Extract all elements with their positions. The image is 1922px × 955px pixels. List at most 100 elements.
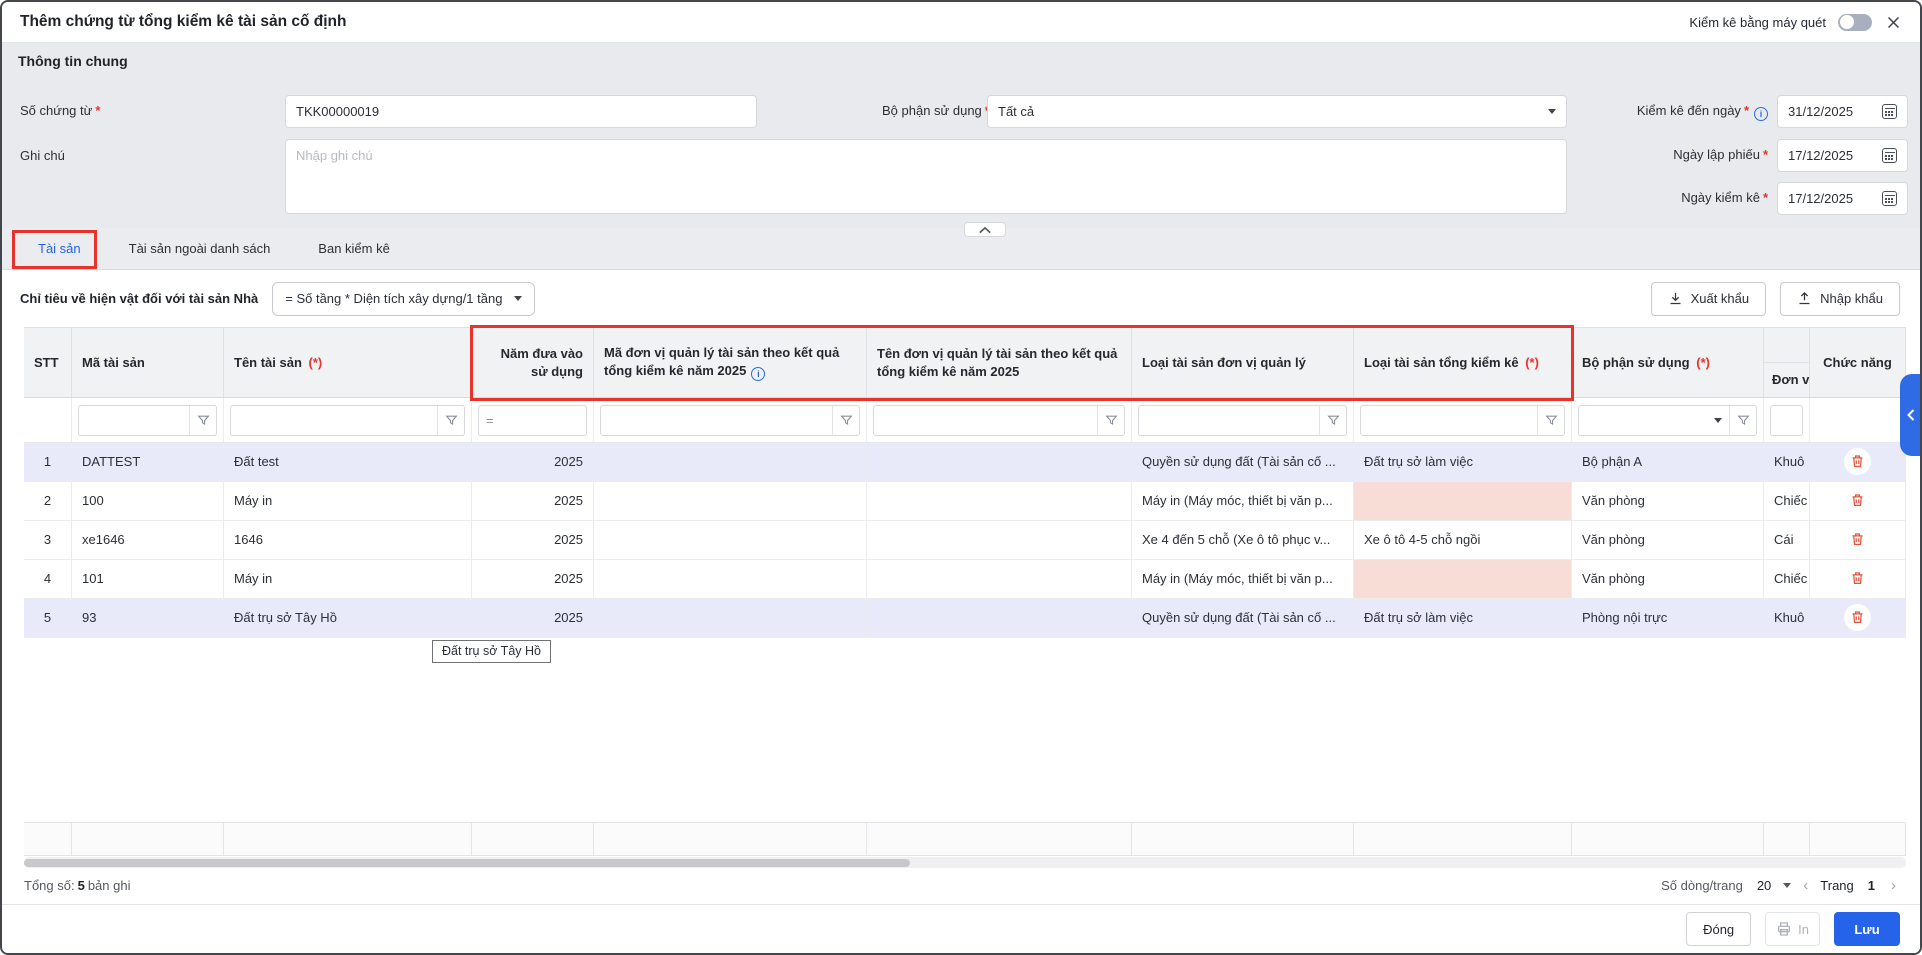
column-header-stt[interactable]: STT	[24, 328, 72, 397]
table-row[interactable]: 4101Máy in2025Máy in (Máy móc, thiết bị …	[24, 560, 1906, 599]
table-row[interactable]: 2100Máy in2025Máy in (Máy móc, thiết bị …	[24, 482, 1906, 521]
column-group-spacer	[1764, 328, 1809, 363]
column-header-bo_phan[interactable]: Bộ phận sử dụng (*)	[1572, 328, 1764, 397]
calendar-icon[interactable]	[1882, 191, 1897, 206]
filter-don_vi-input[interactable]	[1771, 413, 1802, 428]
delete-row-button[interactable]	[1844, 565, 1871, 592]
tab-tai-san-ngoai-danh-sach[interactable]: Tài sản ngoài danh sách	[129, 228, 271, 269]
table-row[interactable]: 593Đất trụ sở Tây Hồ2025Quyền sử dụng đấ…	[24, 599, 1906, 638]
total-records: Tổng số:5bản ghi	[24, 878, 130, 893]
tab-tai-san[interactable]: Tài sản	[38, 228, 81, 269]
export-button[interactable]: Xuất khẩu	[1651, 282, 1767, 316]
chevron-down-icon[interactable]	[1714, 418, 1722, 423]
close-icon[interactable]	[1884, 13, 1902, 31]
delete-row-button[interactable]	[1844, 448, 1871, 475]
table-row[interactable]: 1DATTESTĐất test2025Quyền sử dụng đất (T…	[24, 443, 1906, 482]
table-summary-row	[24, 822, 1906, 856]
filter-funnel-icon[interactable]	[1319, 406, 1346, 435]
ngay-lap-phieu-field[interactable]: 17/12/2025	[1777, 139, 1908, 172]
horizontal-scrollbar[interactable]	[24, 857, 1906, 868]
ngay-kiem-ke-field[interactable]: 17/12/2025	[1777, 182, 1908, 215]
filter-ten_dv-input[interactable]	[874, 413, 1097, 428]
table-row[interactable]: 3xe164616462025Xe 4 đến 5 chỗ (Xe ô tô p…	[24, 521, 1906, 560]
scan-toggle[interactable]	[1838, 14, 1872, 31]
calendar-icon[interactable]	[1882, 148, 1897, 163]
column-label: Tên đơn vị quản lý tài sản theo kết quả …	[877, 346, 1117, 379]
kiem-ke-den-ngay-field[interactable]: 31/12/2025	[1777, 95, 1908, 128]
filter-cell-loai_dvql	[1132, 398, 1354, 442]
delete-row-button[interactable]	[1844, 487, 1871, 514]
collapse-section-button[interactable]	[964, 222, 1006, 237]
column-header-chuc_nang[interactable]: Chức năng	[1810, 328, 1906, 397]
scrollbar-thumb[interactable]	[24, 859, 910, 867]
cell-loai_tkk: Xe ô tô 4-5 chỗ ngồi	[1354, 521, 1572, 560]
print-button[interactable]: In	[1765, 912, 1820, 946]
column-header-loai_dvql[interactable]: Loại tài sản đơn vị quản lý	[1132, 328, 1354, 397]
cell-ma: DATTEST	[72, 443, 224, 482]
filter-loai_dvql-input[interactable]	[1139, 413, 1319, 428]
prev-page-icon[interactable]: ‹	[1801, 877, 1810, 894]
cell-chuc_nang	[1810, 443, 1906, 482]
tab-ban-kiem-ke[interactable]: Ban kiểm kê	[318, 228, 390, 269]
ngay-lap-phieu-label: Ngày lập phiếu*	[1572, 147, 1768, 162]
next-page-icon[interactable]: ›	[1889, 877, 1898, 894]
column-header-nam[interactable]: Năm đưa vào sử dụng	[472, 328, 594, 397]
filter-nam-input[interactable]	[494, 413, 586, 428]
bo-phan-su-dung-select[interactable]: Tất cả	[987, 95, 1567, 128]
filter-funnel-icon[interactable]	[1729, 406, 1756, 435]
filter-box-loai_dvql	[1138, 405, 1347, 436]
cell-chuc_nang	[1810, 482, 1906, 521]
so-chung-tu-input[interactable]	[296, 104, 746, 119]
filter-funnel-icon[interactable]	[189, 406, 216, 435]
page-size-caret-icon[interactable]	[1783, 883, 1791, 888]
summary-cell	[24, 823, 72, 855]
column-header-ten_dv[interactable]: Tên đơn vị quản lý tài sản theo kết quả …	[867, 328, 1132, 397]
criteria-value: = Số tầng * Diện tích xây dựng/1 tầng	[285, 291, 502, 306]
column-label: Bộ phận sử dụng	[1582, 355, 1690, 370]
filter-funnel-icon[interactable]	[437, 406, 464, 435]
cell-ten: Máy in	[224, 560, 472, 599]
required-asterisk: *	[1744, 103, 1749, 118]
delete-row-button[interactable]	[1844, 526, 1871, 553]
column-header-don_vi[interactable]: Đơn v	[1764, 328, 1810, 397]
info-icon[interactable]	[751, 367, 765, 381]
column-header-ma[interactable]: Mã tài sản	[72, 328, 224, 397]
info-icon[interactable]	[1754, 107, 1768, 121]
filter-ten-input[interactable]	[231, 413, 437, 428]
column-header-loai_tkk[interactable]: Loại tài sản tổng kiểm kê (*)	[1354, 328, 1572, 397]
upload-icon	[1797, 291, 1812, 306]
filter-bo_phan-input[interactable]	[1579, 413, 1714, 428]
filter-funnel-icon[interactable]	[1537, 406, 1564, 435]
column-header-ma_dv[interactable]: Mã đơn vị quản lý tài sản theo kết quả t…	[594, 328, 867, 397]
filter-box-loai_tkk	[1360, 405, 1565, 436]
cell-loai_tkk: Đất trụ sở làm việc	[1354, 443, 1572, 482]
cell-loai_dvql: Quyền sử dụng đất (Tài sản cố ...	[1132, 599, 1354, 638]
column-label: Tên tài sản	[234, 355, 302, 370]
expand-panel-handle[interactable]	[1900, 374, 1920, 456]
equals-operator[interactable]: =	[479, 413, 494, 428]
assets-table: STTMã tài sảnTên tài sản (*)Năm đưa vào …	[24, 327, 1906, 638]
cell-ma_dv	[594, 560, 867, 599]
save-button[interactable]: Lưu	[1834, 912, 1900, 946]
summary-cell	[1354, 823, 1572, 855]
ghi-chu-textarea[interactable]	[296, 148, 1556, 205]
cell-loai_tkk	[1354, 482, 1572, 521]
cell-nam: 2025	[472, 560, 594, 599]
delete-row-button[interactable]	[1844, 604, 1871, 631]
close-button[interactable]: Đóng	[1686, 912, 1751, 946]
cell-ma: 93	[72, 599, 224, 638]
page-size-value[interactable]: 20	[1757, 878, 1771, 893]
filter-ma_dv-input[interactable]	[601, 413, 832, 428]
filter-funnel-icon[interactable]	[1097, 406, 1124, 435]
filter-box-don_vi	[1770, 405, 1803, 436]
filter-ma-input[interactable]	[79, 413, 189, 428]
cell-bo_phan: Văn phòng	[1572, 521, 1764, 560]
import-button[interactable]: Nhập khẩu	[1780, 282, 1900, 316]
filter-funnel-icon[interactable]	[832, 406, 859, 435]
filter-loai_tkk-input[interactable]	[1361, 413, 1537, 428]
table-filter-row: =	[24, 398, 1906, 443]
toggle-knob	[1840, 15, 1854, 29]
column-header-ten[interactable]: Tên tài sản (*)	[224, 328, 472, 397]
criteria-dropdown[interactable]: = Số tầng * Diện tích xây dựng/1 tầng	[272, 282, 535, 316]
calendar-icon[interactable]	[1882, 104, 1897, 119]
